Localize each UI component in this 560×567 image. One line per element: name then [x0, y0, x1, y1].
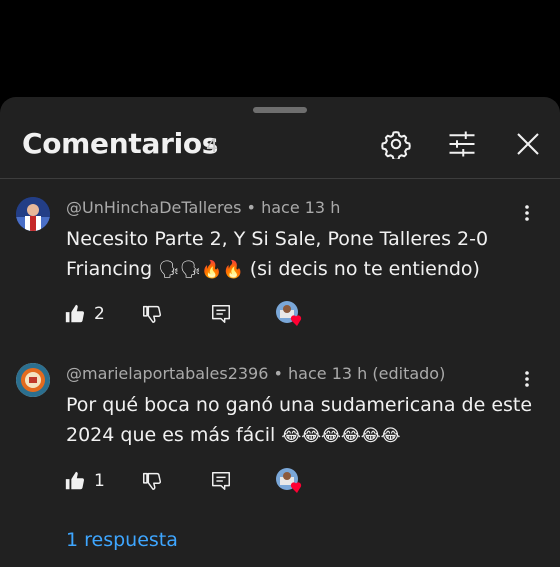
comment-text-part: Friancing — [66, 258, 159, 280]
gear-icon[interactable] — [381, 129, 411, 161]
comment-meta: @UnHinchaDeTalleres • hace 13 h — [66, 198, 340, 217]
comment-author[interactable]: @UnHinchaDeTalleres — [66, 198, 241, 217]
comment-text-line: Friancing 🗣🗣🔥🔥 (si decis no te entiendo) — [66, 254, 536, 285]
reply-button[interactable] — [210, 467, 232, 495]
reply-button[interactable] — [210, 300, 232, 328]
avatar[interactable] — [16, 197, 50, 231]
comment-text-part: 2024 que es más fácil — [66, 424, 282, 446]
comment-author[interactable]: @marielaportabales2396 — [66, 364, 268, 383]
comment-text-line: Necesito Parte 2, Y Si Sale, Pone Taller… — [66, 228, 489, 250]
comment-actions: 2 — [64, 300, 364, 330]
thumb-up-icon — [64, 470, 86, 492]
like-button[interactable]: 1 — [64, 467, 105, 495]
comment-time: • hace 13 h (editado) — [273, 364, 446, 383]
view-replies-link[interactable]: 1 respuesta — [66, 529, 178, 551]
comment-text: Necesito Parte 2, Y Si Sale, Pone Taller… — [66, 224, 536, 285]
emoji-group: 🗣🗣🔥🔥 — [158, 260, 244, 280]
comments-count: 4 — [206, 135, 219, 157]
comments-header: Comentarios 4 — [0, 97, 560, 179]
comments-sheet: Comentarios 4 @UnHinchaDeTalleres • hace… — [0, 97, 560, 567]
reply-icon — [210, 470, 232, 492]
comment-text: Por qué boca no ganó una sudamericana de… — [66, 390, 536, 451]
header-divider — [0, 178, 560, 179]
dislike-button[interactable] — [141, 467, 163, 495]
like-count: 2 — [94, 304, 105, 324]
comments-title: Comentarios — [22, 127, 219, 160]
like-button[interactable]: 2 — [64, 300, 105, 328]
dislike-button[interactable] — [141, 300, 163, 328]
comment-meta: @marielaportabales2396 • hace 13 h (edit… — [66, 364, 445, 383]
thumb-down-icon — [141, 470, 163, 492]
creator-heart-icon[interactable] — [275, 467, 305, 495]
emoji-group: 😂😂😂😂😂😂 — [281, 426, 401, 446]
creator-heart-icon[interactable] — [275, 300, 305, 328]
more-vert-icon[interactable] — [515, 367, 539, 391]
avatar[interactable] — [16, 363, 50, 397]
thumb-up-icon — [64, 303, 86, 325]
sliders-icon[interactable] — [447, 129, 477, 159]
close-icon[interactable] — [513, 129, 543, 159]
comment-text-line: Por qué boca no ganó una sudamericana de… — [66, 394, 533, 416]
reply-icon — [210, 303, 232, 325]
comment-time: • hace 13 h — [246, 198, 341, 217]
comment-actions: 1 — [64, 467, 364, 497]
comment-text-line: 2024 que es más fácil 😂😂😂😂😂😂 — [66, 420, 536, 451]
like-count: 1 — [94, 471, 105, 491]
comment-text-part: (si decis no te entiendo) — [243, 258, 480, 280]
more-vert-icon[interactable] — [515, 201, 539, 225]
thumb-down-icon — [141, 303, 163, 325]
